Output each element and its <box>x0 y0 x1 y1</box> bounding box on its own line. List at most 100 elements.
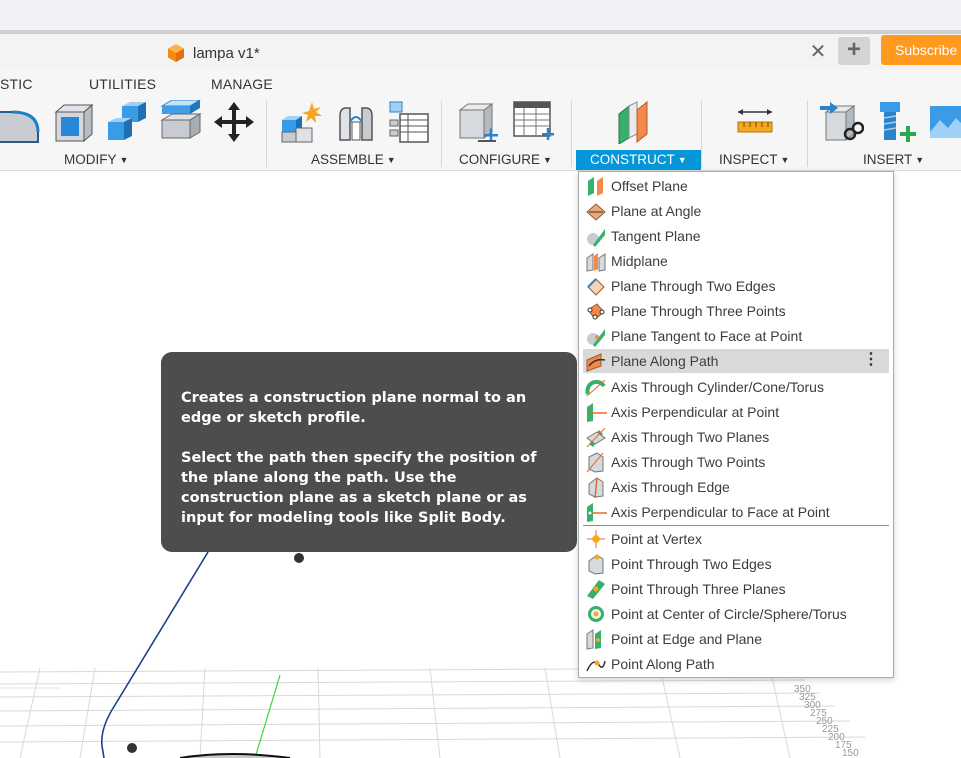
insert-canvas-icon[interactable] <box>928 102 961 142</box>
toolbar-divider <box>701 101 702 167</box>
tooltip-description: Creates a construction plane normal to a… <box>181 390 527 426</box>
axis-two-points-icon <box>586 452 604 473</box>
point-vertex-icon <box>587 530 605 548</box>
combine-icon[interactable] <box>106 102 148 144</box>
menu-item-midplane[interactable]: Midplane <box>583 249 889 273</box>
tab-manage[interactable]: MANAGE <box>211 76 273 92</box>
menu-item-offset-plane[interactable]: Offset Plane <box>583 174 889 198</box>
menu-item-axis-perpendicular[interactable]: Axis Perpendicular at Point <box>583 400 889 424</box>
shell-icon[interactable] <box>52 102 94 144</box>
menu-item-axis-two-points[interactable]: Axis Through Two Points <box>583 450 889 474</box>
menu-item-label: Plane at Angle <box>611 203 702 219</box>
menu-item-point-two-edges[interactable]: Point Through Two Edges <box>583 552 889 576</box>
menu-item-point-three-planes[interactable]: Point Through Three Planes <box>583 577 889 601</box>
menu-item-point-edge-plane[interactable]: Point at Edge and Plane <box>583 627 889 651</box>
browser-top-strip <box>0 0 961 30</box>
toolbar-divider <box>807 101 808 167</box>
menu-item-axis-cylinder[interactable]: Axis Through Cylinder/Cone/Torus <box>583 375 889 399</box>
construct-plane-icon[interactable] <box>615 100 659 144</box>
menu-item-point-vertex[interactable]: Point at Vertex <box>583 527 889 551</box>
menu-item-point-center[interactable]: Point at Center of Circle/Sphere/Torus <box>583 602 889 626</box>
tooltip-instructions: Select the path then specify the positio… <box>181 450 537 526</box>
menu-item-plane-three-points[interactable]: Plane Through Three Points <box>583 299 889 323</box>
tab-plastic[interactable]: STIC <box>0 76 33 92</box>
menu-item-label: Plane Tangent to Face at Point <box>611 328 803 344</box>
inspect-label: INSPECT <box>719 152 778 167</box>
command-tooltip: Creates a construction plane normal to a… <box>161 352 577 552</box>
path-endpoint[interactable] <box>127 743 137 753</box>
menu-item-label: Plane Through Two Edges <box>611 278 776 294</box>
menu-item-label: Plane Along Path <box>611 353 719 369</box>
path-endpoint[interactable] <box>294 553 304 563</box>
body-edge[interactable] <box>179 753 291 758</box>
new-tab-button[interactable]: + <box>838 37 870 65</box>
point-three-planes-icon <box>587 580 605 599</box>
configure-label: CONFIGURE <box>459 152 540 167</box>
axis-cylinder-icon <box>585 379 606 397</box>
chevron-down-icon: ▼ <box>915 155 925 165</box>
construct-label: CONSTRUCT <box>590 152 675 167</box>
bill-of-materials-icon[interactable] <box>388 100 430 144</box>
insert-derive-icon[interactable] <box>820 100 864 144</box>
more-options-icon[interactable]: ⋮ <box>863 350 879 370</box>
insert-menu-button[interactable]: INSERT ▼ <box>863 150 924 170</box>
new-component-icon[interactable] <box>280 102 324 144</box>
menu-item-axis-edge[interactable]: Axis Through Edge <box>583 475 889 499</box>
menu-item-label: Midplane <box>611 253 668 269</box>
sketch-path[interactable] <box>100 551 209 758</box>
menu-item-plane-at-angle[interactable]: Plane at Angle <box>583 199 889 223</box>
modify-label: MODIFY <box>64 152 117 167</box>
insert-mcmaster-icon[interactable] <box>876 100 920 144</box>
configuration-table-icon[interactable] <box>512 100 556 144</box>
axis-perp-face-icon <box>587 503 607 522</box>
menu-item-point-along-path[interactable]: Point Along Path <box>583 652 889 676</box>
measure-icon[interactable] <box>736 108 774 136</box>
move-icon[interactable] <box>212 100 256 144</box>
subscribe-button[interactable]: Subscribe <box>881 35 961 65</box>
menu-item-axis-perp-face[interactable]: Axis Perpendicular to Face at Point <box>583 500 889 524</box>
menu-item-label: Axis Perpendicular at Point <box>611 404 780 420</box>
menu-item-label: Point Along Path <box>611 656 715 672</box>
menu-item-plane-two-edges[interactable]: Plane Through Two Edges <box>583 274 889 298</box>
assemble-menu-button[interactable]: ASSEMBLE ▼ <box>311 150 396 170</box>
offset-face-icon[interactable] <box>160 100 202 142</box>
menu-item-label: Tangent Plane <box>611 228 701 244</box>
fillet-icon[interactable] <box>0 102 42 144</box>
menu-item-label: Axis Through Two Planes <box>611 429 770 445</box>
menu-item-label: Axis Perpendicular to Face at Point <box>611 504 830 520</box>
document-tab[interactable]: lampa v1* <box>166 42 260 64</box>
point-two-edges-icon <box>588 554 604 575</box>
construct-menu-button[interactable]: CONSTRUCT ▼ <box>576 150 701 170</box>
point-along-path-icon <box>586 660 606 672</box>
menu-item-label: Point Through Three Planes <box>611 581 786 597</box>
menu-item-label: Axis Through Edge <box>611 479 730 495</box>
assemble-label: ASSEMBLE <box>311 152 384 167</box>
joint-icon[interactable] <box>336 102 376 144</box>
menu-item-axis-two-planes[interactable]: Axis Through Two Planes <box>583 425 889 449</box>
offset-plane-icon <box>588 177 603 196</box>
construct-dropdown-menu: Offset Plane Plane at Angle Tangent Plan… <box>578 171 894 678</box>
tangent-plane-icon <box>587 229 605 247</box>
fusion-window: lampa v1* ✕ + Subscribe STIC UTILITIES M… <box>0 0 961 758</box>
menu-separator <box>583 525 889 526</box>
close-tab-icon[interactable]: ✕ <box>808 42 828 62</box>
plane-tangent-face-icon <box>587 329 605 347</box>
y-axis-line <box>254 674 281 758</box>
change-parameters-icon[interactable] <box>458 102 502 144</box>
menu-item-label: Point at Vertex <box>611 531 703 547</box>
menu-item-tangent-plane[interactable]: Tangent Plane <box>583 224 889 248</box>
configure-menu-button[interactable]: CONFIGURE ▼ <box>459 150 552 170</box>
tab-utilities[interactable]: UTILITIES <box>89 76 156 92</box>
menu-item-plane-tangent-face[interactable]: Plane Tangent to Face at Point <box>583 324 889 348</box>
insert-label: INSERT <box>863 152 913 167</box>
chevron-down-icon: ▼ <box>119 155 129 165</box>
plane-along-path-icon <box>586 353 606 372</box>
toolbar-divider <box>441 101 442 167</box>
modify-menu-button[interactable]: MODIFY ▼ <box>64 150 128 170</box>
inspect-menu-button[interactable]: INSPECT ▼ <box>719 150 789 170</box>
menu-item-plane-along-path[interactable]: Plane Along Path ⋮ <box>583 349 889 373</box>
menu-item-label: Axis Through Two Points <box>611 454 766 470</box>
chevron-down-icon: ▼ <box>386 155 396 165</box>
document-title: lampa v1* <box>193 44 260 62</box>
chevron-down-icon: ▼ <box>543 155 552 165</box>
